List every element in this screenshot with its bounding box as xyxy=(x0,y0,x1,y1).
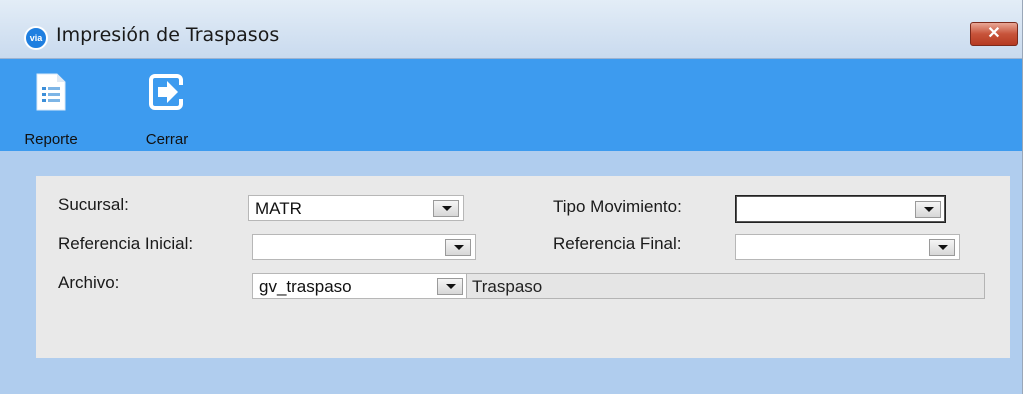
chevron-down-icon[interactable] xyxy=(433,200,459,217)
referencia-inicial-select[interactable] xyxy=(252,234,476,260)
archivo-value: gv_traspaso xyxy=(259,277,352,296)
chevron-down-icon[interactable] xyxy=(437,278,463,295)
chevron-down-icon[interactable] xyxy=(445,239,471,256)
report-button-label: Reporte xyxy=(24,131,78,148)
referencia-final-select[interactable] xyxy=(735,234,960,260)
sucursal-select[interactable]: MATR xyxy=(248,195,464,221)
content-area: Sucursal: MATR Tipo Movimiento: Referenc… xyxy=(0,151,1022,394)
referencia-inicial-label: Referencia Inicial: xyxy=(58,234,194,253)
chevron-down-icon[interactable] xyxy=(915,201,941,218)
archivo-description-field: Traspaso xyxy=(466,273,985,299)
tipo-movimiento-label: Tipo Movimiento: xyxy=(553,197,682,216)
close-button-label: Cerrar xyxy=(145,131,189,148)
referencia-final-label: Referencia Final: xyxy=(553,234,682,253)
report-button[interactable]: Reporte xyxy=(16,73,86,148)
exit-icon xyxy=(149,74,184,110)
close-button[interactable]: Cerrar xyxy=(132,73,202,148)
tipo-movimiento-select[interactable] xyxy=(735,195,946,223)
window-title: Impresión de Traspasos xyxy=(56,24,280,46)
print-transfers-window: via Impresión de Traspasos ✕ Reporte Cer… xyxy=(0,0,1023,394)
toolbar: Reporte Cerrar xyxy=(0,59,1022,151)
archivo-label: Archivo: xyxy=(58,273,120,292)
filter-panel: Sucursal: MATR Tipo Movimiento: Referenc… xyxy=(36,176,1010,358)
title-bar[interactable]: via Impresión de Traspasos ✕ xyxy=(0,0,1022,59)
archivo-description: Traspaso xyxy=(472,277,543,296)
archivo-select[interactable]: gv_traspaso xyxy=(252,273,468,299)
chevron-down-icon[interactable] xyxy=(929,239,955,256)
sucursal-value: MATR xyxy=(255,199,302,218)
app-logo-icon: via xyxy=(24,26,48,50)
close-window-button[interactable]: ✕ xyxy=(970,22,1018,46)
sucursal-label: Sucursal: xyxy=(58,195,129,214)
report-icon xyxy=(36,73,66,111)
